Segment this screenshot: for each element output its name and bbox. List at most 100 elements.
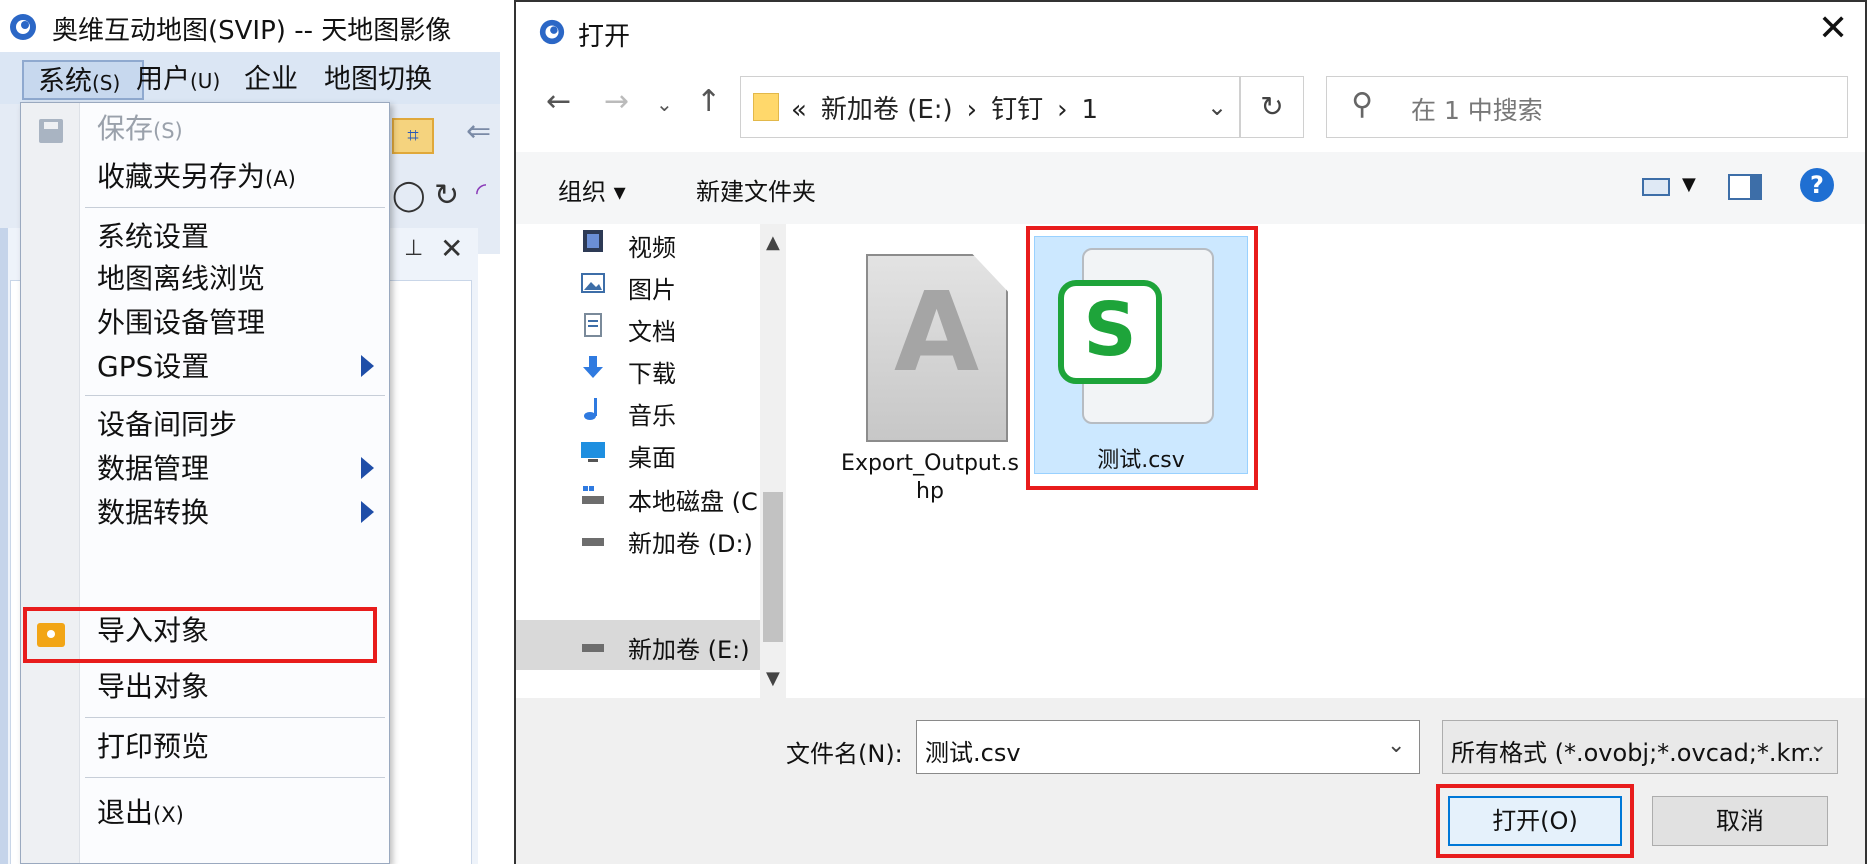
address-bar[interactable]: « 新加卷 (E:) › 钉钉 › 1 ⌄ bbox=[740, 76, 1240, 138]
circle-tool-icon[interactable]: ◯ bbox=[392, 178, 426, 213]
chevron-down-icon[interactable]: ⌄ bbox=[1387, 733, 1405, 758]
filename-input[interactable]: 测试.csv ⌄ bbox=[916, 720, 1420, 774]
menu-item-save-as[interactable]: 收藏夹另存为(A) bbox=[21, 153, 389, 201]
import-highlight-box bbox=[23, 607, 377, 663]
open-button[interactable]: 打开(O) bbox=[1448, 796, 1622, 846]
drive-icon bbox=[582, 486, 604, 504]
menu-user[interactable]: 用户(U) bbox=[136, 60, 220, 100]
back-arrow-icon[interactable]: ← bbox=[546, 84, 571, 119]
menu-item-print[interactable]: 打印预览 bbox=[21, 723, 389, 771]
menu-item-gps-label: GPS设置 bbox=[97, 350, 210, 383]
search-box[interactable]: ⚲ 在 1 中搜索 bbox=[1326, 76, 1848, 138]
pin-icon[interactable]: ⊥ bbox=[404, 236, 423, 261]
menu-map-switch[interactable]: 地图切换 bbox=[324, 60, 432, 100]
recent-locations-chevron-icon[interactable]: ⌄ bbox=[656, 92, 673, 116]
menu-item-peripheral-label: 外围设备管理 bbox=[97, 306, 266, 339]
document-icon bbox=[584, 313, 602, 337]
file-list: A Export_Output.s hp S 测试.csv bbox=[790, 224, 1865, 698]
search-icon: ⚲ bbox=[1351, 87, 1373, 122]
menu-item-save[interactable]: 保存(S) bbox=[21, 105, 389, 153]
menu-item-save-as-label: 收藏夹另存为(A) bbox=[97, 160, 296, 193]
preview-pane-icon[interactable] bbox=[1728, 174, 1762, 200]
app-title-bar: 奥维互动地图(SVIP) -- 天地图影像 bbox=[0, 0, 500, 52]
menu-item-export-label: 导出对象 bbox=[97, 670, 210, 703]
nav-item-label: 下载 bbox=[628, 360, 676, 388]
scroll-down-icon[interactable]: ▼ bbox=[766, 668, 780, 689]
nav-scrollbar-thumb[interactable] bbox=[763, 492, 783, 642]
nav-item-label: 新加卷 (D:) bbox=[628, 530, 753, 558]
scroll-up-icon[interactable]: ▲ bbox=[766, 232, 780, 253]
rotate-tool-icon[interactable]: ↻ bbox=[434, 178, 459, 213]
nav-item-label: 新加卷 (E:) bbox=[628, 636, 750, 664]
chevron-down-icon[interactable]: ⌄ bbox=[1207, 93, 1227, 121]
nav-item-label: 图片 bbox=[628, 276, 676, 304]
panel-close-icon[interactable]: ✕ bbox=[440, 232, 463, 265]
filetype-select[interactable]: 所有格式 (*.ovobj;*.ovcad;*.kml ⌄ bbox=[1442, 720, 1838, 774]
filename-label: 文件名(N): bbox=[786, 740, 903, 768]
curve-tool-icon[interactable]: ◜ bbox=[476, 178, 486, 208]
search-placeholder: 在 1 中搜索 bbox=[1411, 96, 1543, 125]
csv-highlight-box bbox=[1026, 226, 1258, 490]
nav-item-drive-e[interactable]: 新加卷 (E:) bbox=[516, 620, 786, 670]
new-folder-button[interactable]: 新建文件夹 bbox=[696, 172, 816, 207]
view-mode-icon[interactable] bbox=[1642, 178, 1670, 196]
forward-arrow-icon[interactable]: → bbox=[604, 84, 629, 119]
filename-value: 测试.csv bbox=[925, 739, 1021, 767]
menu-user-label: 用户 bbox=[136, 64, 190, 95]
back-arrow-icon[interactable]: ⇐ bbox=[466, 114, 491, 149]
folder-icon bbox=[753, 93, 779, 121]
breadcrumb-overflow[interactable]: « bbox=[791, 95, 807, 125]
app-title: 奥维互动地图(SVIP) -- 天地图影像 bbox=[52, 16, 452, 46]
menu-system[interactable]: 系统(S) bbox=[22, 60, 144, 100]
nav-item-desktop[interactable]: 桌面 bbox=[516, 428, 786, 478]
cancel-button[interactable]: 取消 bbox=[1652, 796, 1828, 846]
menu-user-accel: (U) bbox=[190, 69, 221, 93]
nav-item-drive-d[interactable]: 新加卷 (D:) bbox=[516, 514, 786, 564]
menu-system-label: 系统 bbox=[38, 66, 92, 97]
menu-item-settings[interactable]: 系统设置 bbox=[21, 213, 389, 261]
menu-item-data-convert[interactable]: 数据转换 bbox=[21, 489, 389, 537]
organize-button[interactable]: 组织 ▾ bbox=[558, 172, 626, 207]
menu-separator bbox=[85, 777, 385, 778]
menu-system-accel: (S) bbox=[92, 71, 121, 95]
file-name: Export_Output.s hp bbox=[841, 451, 1019, 504]
menu-item-sync-label: 设备间同步 bbox=[97, 408, 238, 441]
menu-item-data-mgmt[interactable]: 数据管理 bbox=[21, 445, 389, 493]
up-arrow-icon[interactable]: ↑ bbox=[696, 84, 721, 119]
navigation-pane: 视频 图片 文档 下载 音乐 桌面 本地磁盘 (C:) 新加卷 (D:) 新加卷… bbox=[516, 224, 790, 698]
help-icon[interactable]: ? bbox=[1800, 168, 1834, 202]
nav-item-label: 视频 bbox=[628, 234, 676, 262]
view-dropdown-icon[interactable]: ▼ bbox=[1682, 174, 1696, 195]
file-item-shp[interactable]: A Export_Output.s hp bbox=[830, 234, 1019, 504]
nav-item-label: 桌面 bbox=[628, 444, 676, 472]
drive-icon bbox=[582, 644, 604, 652]
dialog-title-bar: 打开 ✕ bbox=[516, 2, 1865, 62]
menu-item-export[interactable]: 导出对象 bbox=[21, 663, 389, 711]
dialog-title: 打开 bbox=[578, 22, 631, 52]
save-icon bbox=[39, 119, 63, 143]
menu-item-peripheral[interactable]: 外围设备管理 bbox=[21, 299, 389, 347]
app-logo-icon bbox=[539, 19, 565, 45]
breadcrumb-dingtalk[interactable]: 钉钉 bbox=[991, 95, 1043, 125]
menu-item-exit[interactable]: 退出(X) bbox=[21, 789, 389, 837]
menu-separator bbox=[85, 395, 385, 396]
video-icon bbox=[583, 230, 603, 252]
menu-item-gps[interactable]: GPS设置 bbox=[21, 343, 389, 391]
breadcrumb-separator: › bbox=[966, 95, 978, 125]
menu-item-data-convert-label: 数据转换 bbox=[97, 496, 210, 529]
breadcrumb-folder-1[interactable]: 1 bbox=[1082, 95, 1099, 125]
menu-item-sync[interactable]: 设备间同步 bbox=[21, 401, 389, 449]
menu-bar: 系统(S) 用户(U) 企业 地图切换 bbox=[0, 52, 500, 104]
menu-item-settings-label: 系统设置 bbox=[97, 220, 210, 253]
menu-item-print-label: 打印预览 bbox=[97, 730, 210, 763]
chevron-down-icon: ⌄ bbox=[1809, 733, 1828, 758]
menu-item-save-label: 保存(S) bbox=[97, 112, 183, 145]
menu-enterprise[interactable]: 企业 bbox=[244, 60, 298, 100]
menu-item-offline[interactable]: 地图离线浏览 bbox=[21, 255, 389, 303]
refresh-icon[interactable]: ↻ bbox=[1240, 76, 1304, 138]
menu-item-data-mgmt-label: 数据管理 bbox=[97, 452, 210, 485]
measure-tool-icon[interactable]: ⌗ bbox=[392, 118, 434, 154]
divider bbox=[500, 0, 514, 864]
breadcrumb-drive-e[interactable]: 新加卷 (E:) bbox=[821, 95, 953, 125]
close-icon[interactable]: ✕ bbox=[1818, 8, 1848, 49]
